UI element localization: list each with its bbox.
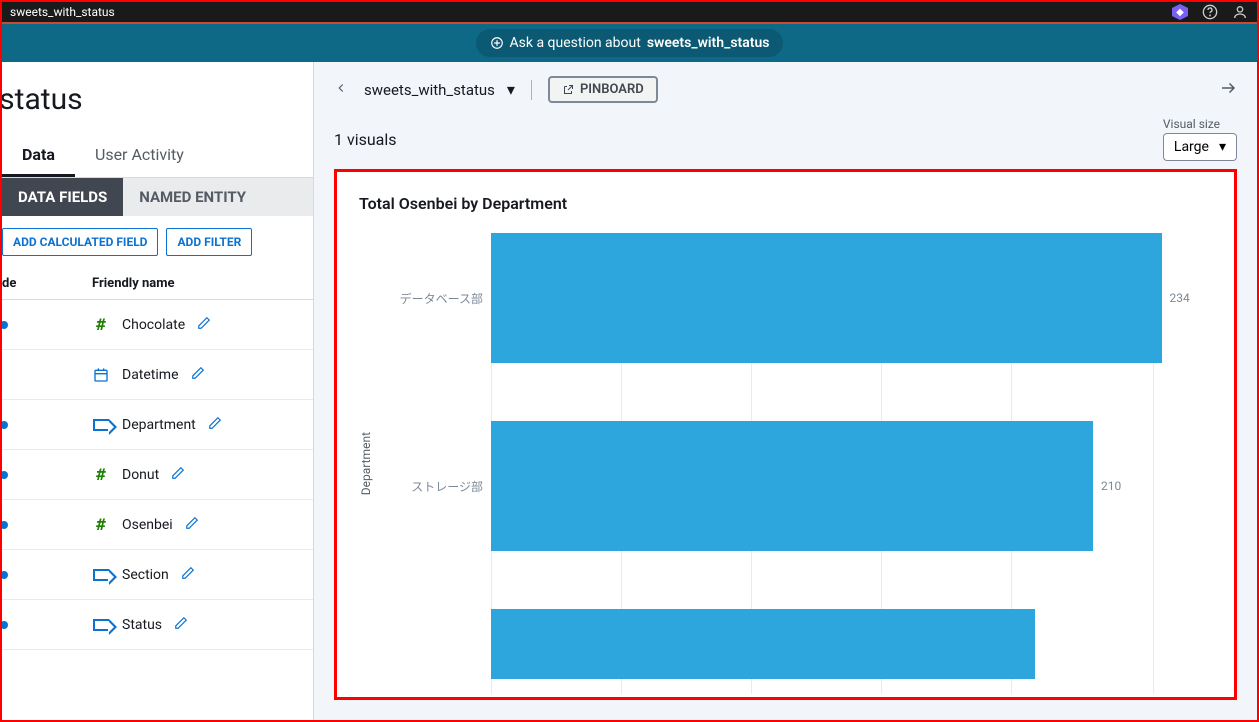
chevron-down-icon[interactable]: ▾ [507, 80, 515, 99]
bar-row: ストレージ部 210 [381, 421, 1212, 551]
y-axis-label: Department [359, 432, 373, 495]
field-name: Status [122, 617, 162, 633]
chart-container: Total Osenbei by Department Department [334, 169, 1237, 700]
banner-prefix: Ask a question about [510, 35, 641, 51]
edit-icon[interactable] [197, 315, 211, 334]
indicator-dot-icon [2, 471, 8, 479]
hash-icon: # [92, 315, 110, 334]
indicator-dot-icon [2, 521, 8, 529]
ask-question-button[interactable]: Ask a question about sweets_with_status [476, 29, 784, 57]
pinboard-button[interactable]: PINBOARD [548, 76, 658, 103]
field-name: Donut [122, 467, 159, 483]
add-filter-button[interactable]: ADD FILTER [166, 228, 252, 256]
field-name: Chocolate [122, 317, 185, 333]
left-tabs: Data User Activity [2, 135, 313, 178]
bar-value: 234 [1170, 291, 1190, 305]
divider [531, 80, 532, 100]
field-name: Department [122, 417, 196, 433]
bar[interactable] [491, 233, 1162, 363]
tab-user-activity[interactable]: User Activity [75, 135, 204, 177]
chart-plot: データベース部 234 ストレージ部 210 [381, 233, 1212, 694]
indicator-dot-icon [2, 421, 8, 429]
field-row[interactable]: Section [2, 550, 313, 600]
column-header-name: Friendly name [32, 276, 175, 291]
chevron-down-icon: ▾ [1219, 139, 1226, 155]
bar-category: ストレージ部 [381, 478, 491, 495]
banner-target: sweets_with_status [647, 35, 770, 51]
field-row[interactable]: # Donut [2, 450, 313, 500]
tab-named-entity[interactable]: NAMED ENTITY [123, 178, 262, 216]
field-name: Datetime [122, 367, 179, 383]
window-titlebar: sweets_with_status ◆ [2, 2, 1257, 24]
back-icon[interactable] [334, 80, 352, 99]
edit-icon[interactable] [185, 515, 199, 534]
field-row[interactable]: Department [2, 400, 313, 450]
calendar-icon [92, 367, 110, 383]
add-calculated-field-button[interactable]: ADD CALCULATED FIELD [2, 228, 158, 256]
tab-data[interactable]: Data [2, 135, 75, 177]
bar-category: データベース部 [381, 290, 491, 307]
bar-row [381, 609, 1212, 679]
field-name: Osenbei [122, 517, 173, 533]
visual-size-value: Large [1174, 139, 1209, 155]
field-name: Section [122, 567, 169, 583]
edit-icon[interactable] [181, 565, 195, 584]
right-panel: sweets_with_status ▾ PINBOARD 1 visuals … [314, 62, 1257, 720]
edit-icon[interactable] [174, 615, 188, 634]
bar-row: データベース部 234 [381, 233, 1212, 363]
indicator-dot-icon [2, 321, 8, 329]
bar[interactable] [491, 609, 1035, 679]
edit-icon[interactable] [208, 415, 222, 434]
help-icon[interactable] [1201, 3, 1219, 21]
field-row[interactable]: Status [2, 600, 313, 650]
visual-size-select[interactable]: Large ▾ [1163, 133, 1237, 161]
external-icon [562, 84, 574, 96]
left-panel: ith_status Data User Activity DATA FIELD… [2, 62, 314, 720]
ask-banner: Ask a question about sweets_with_status [2, 24, 1257, 62]
user-icon[interactable] [1231, 3, 1249, 21]
sparkle-icon [490, 36, 504, 50]
column-header-de: de [2, 276, 32, 291]
indicator-dot-icon [2, 621, 8, 629]
breadcrumb[interactable]: sweets_with_status [364, 81, 495, 99]
bar-value: 210 [1101, 479, 1121, 493]
hash-icon: # [92, 515, 110, 534]
field-row[interactable]: # Chocolate [2, 300, 313, 350]
page-title: ith_status [2, 62, 313, 127]
chart-title: Total Osenbei by Department [359, 194, 1212, 213]
collapse-panel-icon[interactable] [1219, 79, 1237, 101]
tag-icon [92, 569, 110, 581]
tag-icon [92, 619, 110, 631]
bar[interactable] [491, 421, 1093, 551]
tag-icon [92, 419, 110, 431]
pinboard-label: PINBOARD [580, 82, 644, 97]
hash-icon: # [92, 465, 110, 484]
window-title: sweets_with_status [10, 5, 115, 19]
visual-size-label: Visual size [1163, 117, 1237, 131]
tab-data-fields[interactable]: DATA FIELDS [2, 178, 123, 216]
field-row[interactable]: # Osenbei [2, 500, 313, 550]
visuals-count: 1 visuals [334, 130, 397, 149]
field-row[interactable]: Datetime [2, 350, 313, 400]
indicator-dot-icon [2, 571, 8, 579]
edit-icon[interactable] [191, 365, 205, 384]
shield-icon[interactable]: ◆ [1171, 3, 1189, 21]
edit-icon[interactable] [171, 465, 185, 484]
